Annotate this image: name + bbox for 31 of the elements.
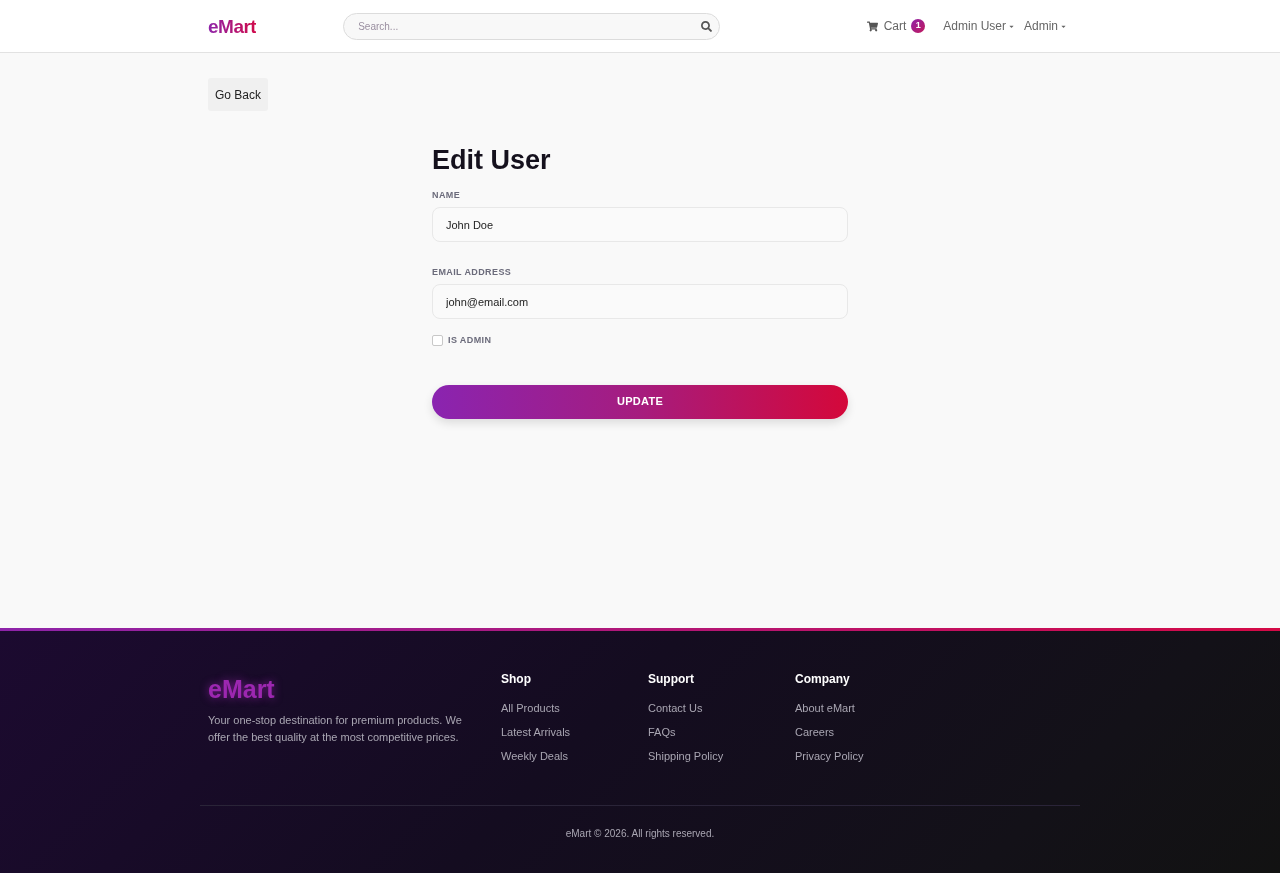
- text-input-field[interactable]: john@email.com: [432, 284, 848, 319]
- footer-link[interactable]: Careers: [795, 724, 835, 740]
- footer-link[interactable]: Contact Us: [648, 700, 703, 716]
- footer-link[interactable]: Shipping Policy: [648, 748, 724, 764]
- checkbox[interactable]: [432, 335, 443, 347]
- footer-link[interactable]: Latest Arrivals: [501, 724, 571, 740]
- field-label: EMAIL ADDRESS: [432, 266, 512, 278]
- footer-column-heading: Company: [795, 671, 850, 687]
- search-field[interactable]: Search...: [343, 12, 721, 40]
- copyright-text: eMart © 2026. All rights reserved.: [565, 827, 715, 841]
- footer-logo: eMart: [208, 674, 275, 704]
- footer-link[interactable]: About eMart: [795, 700, 855, 716]
- user-menu-dropdown[interactable]: Admin User: [943, 17, 1015, 35]
- text-input-field[interactable]: John Doe: [432, 207, 848, 242]
- footer-link[interactable]: All Products: [501, 700, 560, 716]
- page-title: Edit User: [432, 144, 551, 177]
- go-back-button[interactable]: Go Back: [208, 78, 269, 111]
- search-icon[interactable]: [701, 20, 713, 32]
- footer-description: Your one-stop destination for premium products. We offer the best quality at the most competitive prices.: [208, 713, 463, 745]
- footer-link[interactable]: Privacy Policy: [795, 748, 864, 764]
- user-menu-dropdown[interactable]: Admin: [1024, 17, 1067, 35]
- cart-count: 1: [911, 19, 926, 33]
- cart-icon: [866, 20, 878, 32]
- checkbox-label: IS ADMIN: [448, 334, 492, 347]
- field-label: NAME: [432, 189, 461, 201]
- footer-link[interactable]: FAQs: [648, 724, 676, 740]
- footer-link[interactable]: Weekly Deals: [501, 748, 569, 764]
- update-button[interactable]: UPDATE: [432, 384, 848, 419]
- footer-column-heading: Support: [648, 671, 694, 687]
- cart-link[interactable]: Cart 1: [866, 17, 926, 35]
- footer-column-heading: Shop: [501, 671, 531, 687]
